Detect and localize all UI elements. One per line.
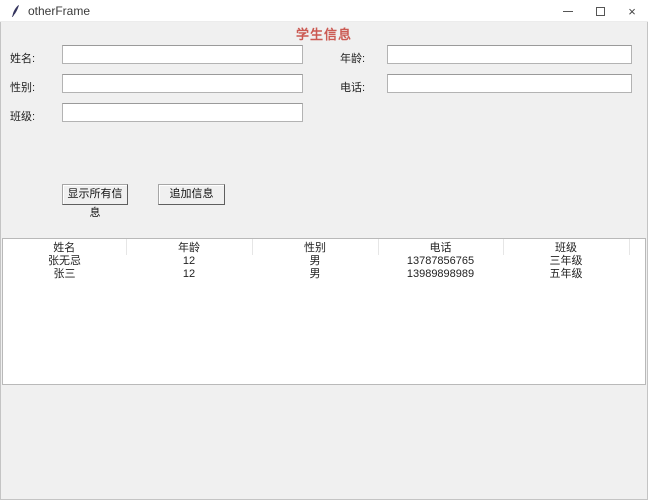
minimize-button[interactable] [552, 0, 584, 22]
window-controls: × [552, 0, 648, 22]
cell-age: 12 [126, 268, 252, 281]
class-field[interactable] [62, 103, 303, 122]
column-header-class[interactable]: 班级 [503, 239, 629, 255]
cell-age: 12 [126, 255, 252, 268]
show-all-info-button[interactable]: 显示所有信息 [62, 184, 128, 205]
table-row[interactable]: 张三 12 男 13989898989 五年级 [3, 268, 645, 281]
phone-label: 电话: [340, 79, 365, 95]
app-window: otherFrame × 学生信息 姓名: 年龄: 性别: 电话: 班级: 显示… [0, 0, 648, 500]
minimize-icon [563, 11, 573, 12]
close-button[interactable]: × [616, 0, 648, 22]
cell-name: 张无忌 [3, 255, 126, 268]
gender-field[interactable] [62, 74, 303, 93]
column-header-gender[interactable]: 性别 [252, 239, 378, 255]
page-title: 学生信息 [0, 24, 648, 43]
cell-class: 五年级 [503, 268, 629, 281]
cell-gender: 男 [252, 268, 378, 281]
cell-phone: 13989898989 [378, 268, 503, 281]
name-field[interactable] [62, 45, 303, 64]
close-icon: × [628, 5, 636, 18]
age-label: 年龄: [340, 50, 365, 66]
tk-feather-icon [8, 4, 22, 18]
column-header-name[interactable]: 姓名 [3, 239, 126, 255]
age-field[interactable] [387, 45, 632, 64]
phone-field[interactable] [387, 74, 632, 93]
window-title: otherFrame [28, 4, 90, 18]
cell-phone: 13787856765 [378, 255, 503, 268]
gender-label: 性别: [10, 79, 35, 95]
maximize-icon [596, 7, 605, 16]
maximize-button[interactable] [584, 0, 616, 22]
name-label: 姓名: [10, 50, 35, 66]
cell-gender: 男 [252, 255, 378, 268]
table-header-row: 姓名 年龄 性别 电话 班级 [3, 239, 645, 255]
student-table: 姓名 年龄 性别 电话 班级 张无忌 12 男 13787856765 三年级 [2, 238, 646, 385]
column-header-phone[interactable]: 电话 [378, 239, 503, 255]
titlebar[interactable]: otherFrame × [0, 0, 648, 22]
cell-class: 三年级 [503, 255, 629, 268]
append-info-button[interactable]: 追加信息 [158, 184, 225, 205]
table-row[interactable]: 张无忌 12 男 13787856765 三年级 [3, 255, 645, 268]
cell-name: 张三 [3, 268, 126, 281]
column-header-filler [629, 239, 645, 255]
class-label: 班级: [10, 108, 35, 124]
column-header-age[interactable]: 年龄 [126, 239, 252, 255]
